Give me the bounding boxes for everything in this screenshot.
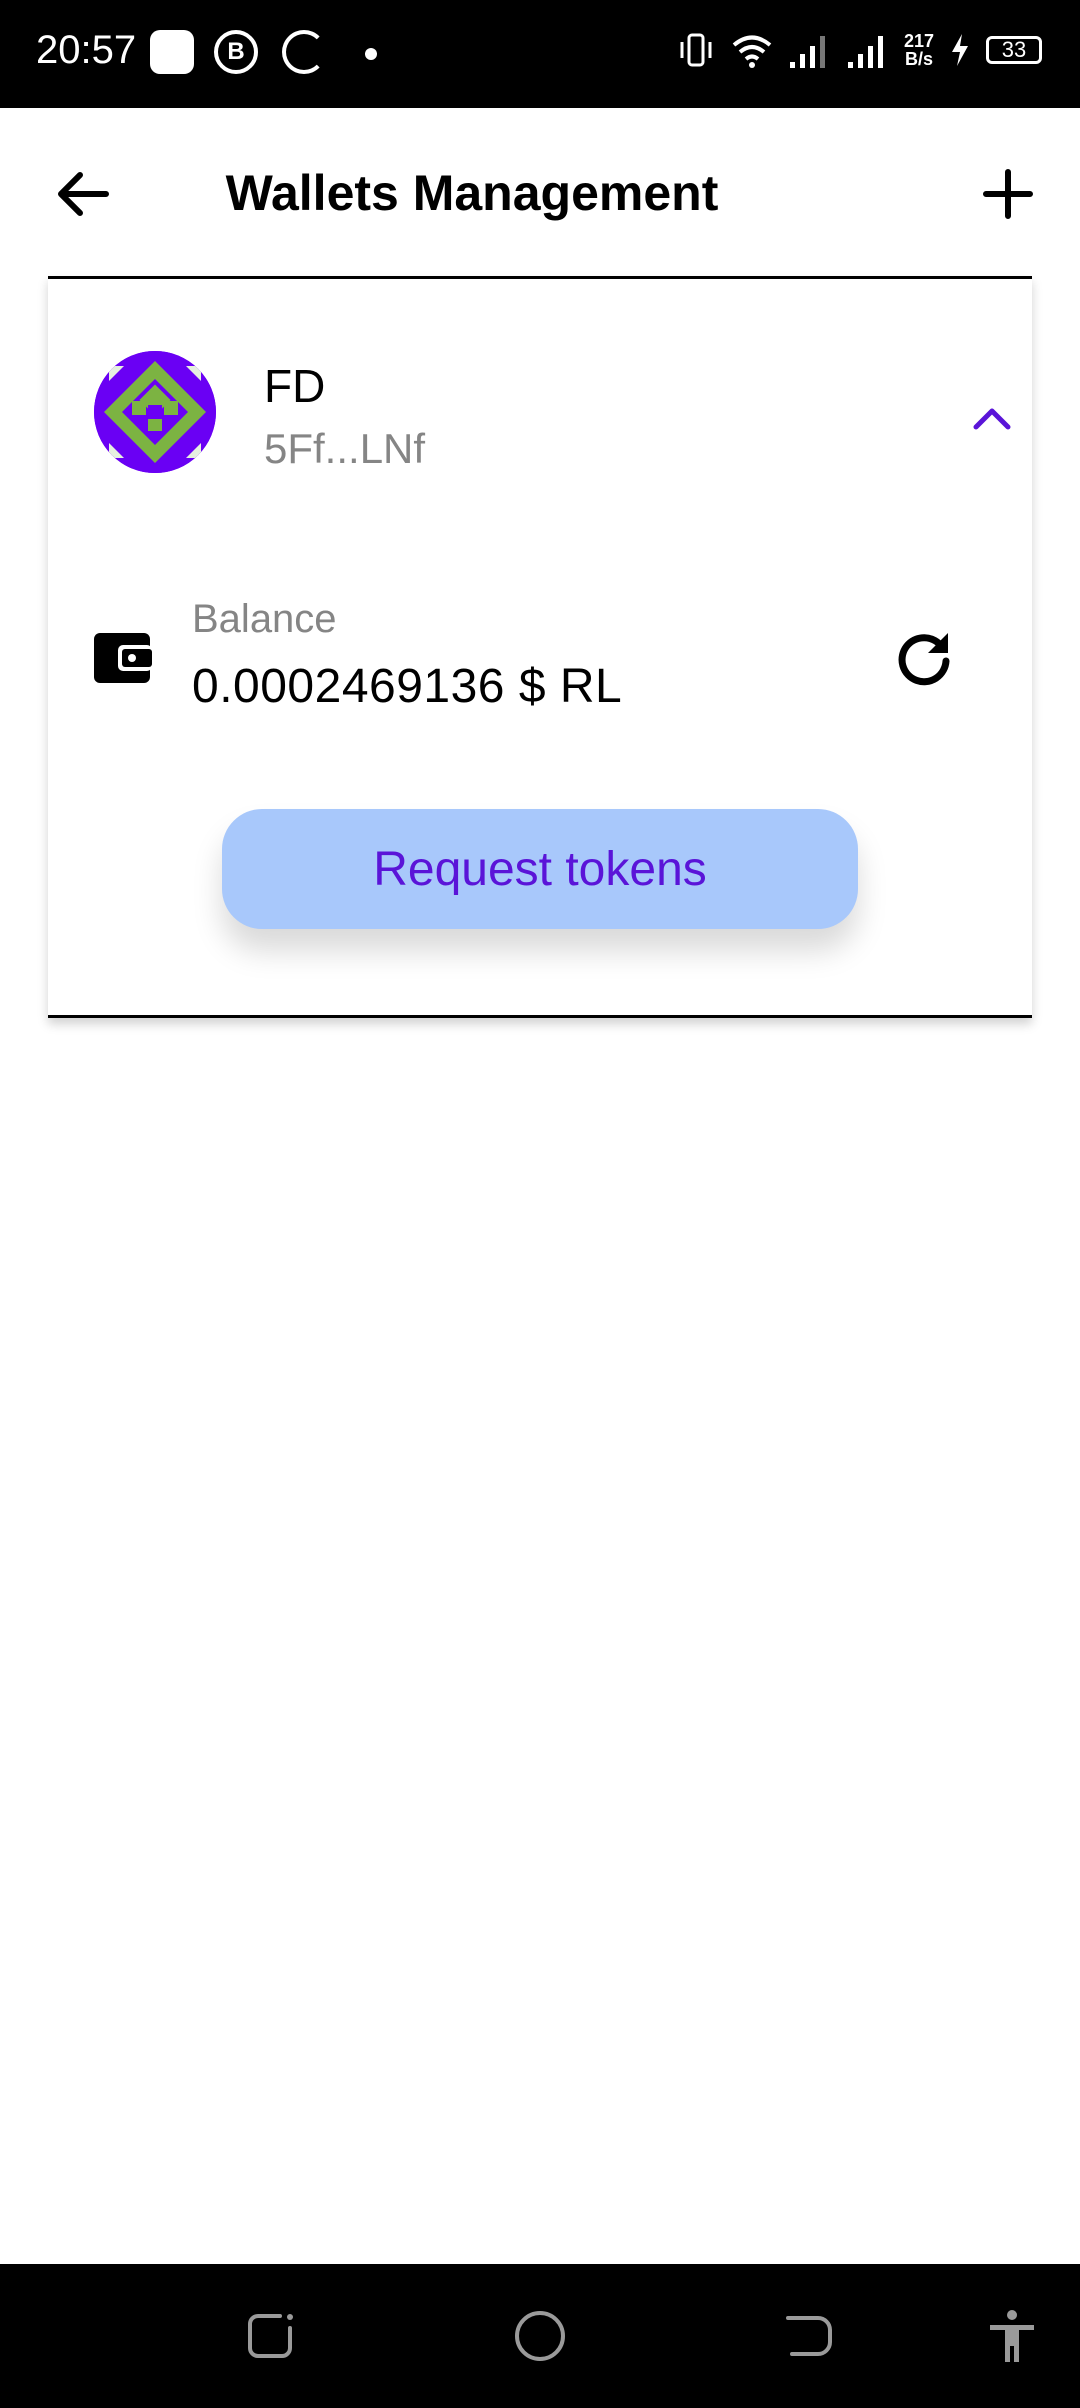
home-icon[interactable] (512, 2308, 568, 2364)
chevron-up-icon (973, 408, 1011, 430)
balance-label: Balance (192, 597, 337, 641)
status-indicators: 217 B/s 33 (676, 30, 1042, 70)
refresh-icon (898, 633, 950, 686)
refresh-balance-button[interactable] (892, 625, 956, 689)
signal-1-icon (789, 36, 825, 68)
add-wallet-button[interactable] (972, 158, 1044, 230)
app-header: Wallets Management (0, 108, 1080, 276)
accessibility-icon[interactable] (984, 2308, 1040, 2364)
loading-ring-icon (282, 30, 326, 74)
collapse-wallet-button[interactable] (962, 389, 1022, 449)
charging-bolt-icon (952, 34, 968, 66)
plus-icon (983, 169, 1033, 219)
identicon-icon (94, 351, 216, 473)
net-speed-value: 217 (903, 31, 934, 51)
wallet-name: FD (264, 360, 326, 412)
page-title: Wallets Management (225, 165, 719, 221)
recents-icon[interactable] (242, 2308, 298, 2364)
notification-app-icon (150, 30, 194, 74)
wallet-icon (94, 633, 152, 683)
request-tokens-button[interactable]: Request tokens (222, 809, 858, 929)
balance-value: 0.0002469136 $ RL (192, 660, 623, 713)
back-icon[interactable] (780, 2308, 836, 2364)
status-time: 20:57 (36, 28, 137, 72)
net-speed: 217 B/s (904, 32, 934, 68)
system-nav-bar (0, 2264, 1080, 2408)
vibrate-icon (680, 33, 712, 67)
wallet-avatar (94, 351, 216, 473)
wallet-card: FD 5Ff...LNf Balance 0.0002469136 $ RL R… (48, 276, 1032, 1018)
wallet-address: 5Ff...LNf (264, 425, 426, 472)
b-app-icon: B (214, 30, 258, 74)
status-bar: 20:57 B 217 B/s 33 (0, 0, 1080, 108)
net-speed-unit: B/s (904, 49, 933, 69)
signal-2-icon (847, 36, 883, 68)
battery-icon: 33 (986, 36, 1042, 64)
wifi-icon (732, 35, 772, 68)
notification-dot-icon (365, 48, 377, 60)
